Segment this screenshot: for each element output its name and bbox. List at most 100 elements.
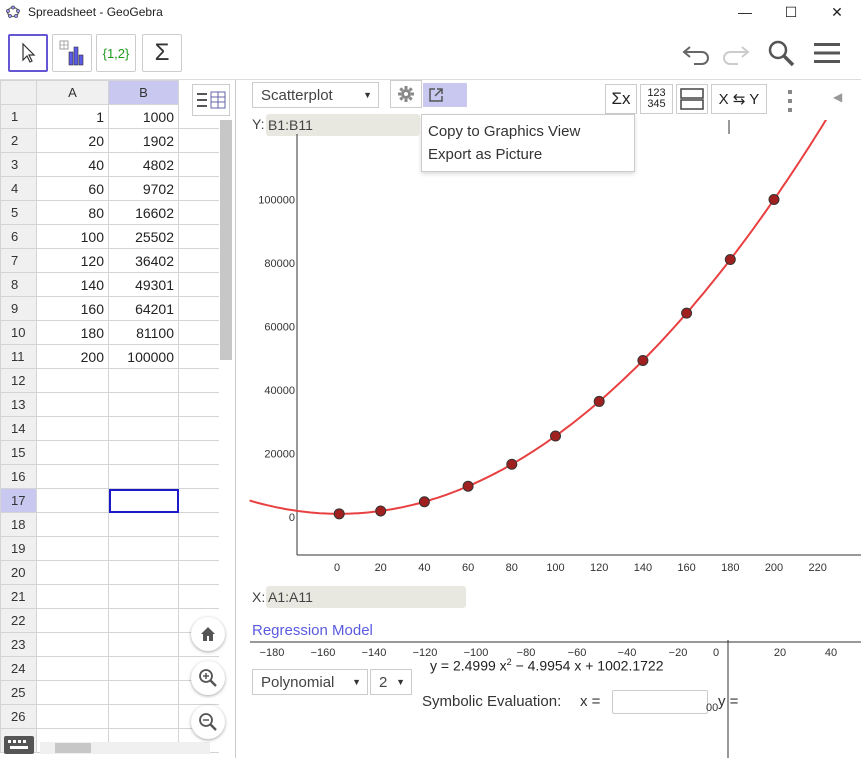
show-statistics-button[interactable]: Σx — [605, 84, 637, 114]
show-second-plot-button[interactable] — [676, 84, 708, 114]
row-header[interactable]: 15 — [0, 440, 37, 465]
cell-b[interactable]: 36402 — [108, 248, 179, 273]
row-header[interactable]: 17 — [0, 488, 37, 513]
row-header[interactable]: 3 — [0, 152, 37, 177]
row-header[interactable]: 2 — [0, 128, 37, 153]
cell-a[interactable] — [36, 536, 109, 561]
spreadsheet-vertical-scrollbar[interactable] — [220, 120, 232, 360]
cell-c[interactable] — [178, 368, 219, 393]
cell-a[interactable] — [36, 416, 109, 441]
cell-a[interactable]: 60 — [36, 176, 109, 201]
cell-a[interactable]: 180 — [36, 320, 109, 345]
cell-a[interactable] — [36, 392, 109, 417]
cell-c[interactable] — [178, 296, 219, 321]
column-header-b[interactable]: B — [108, 80, 179, 105]
cell-a[interactable] — [36, 368, 109, 393]
redo-button[interactable] — [718, 36, 752, 70]
cell-a[interactable] — [36, 488, 109, 513]
row-header[interactable]: 16 — [0, 464, 37, 489]
main-menu-button[interactable] — [810, 36, 844, 70]
swap-xy-button[interactable]: X ⇆ Y — [711, 84, 767, 114]
cell-b[interactable] — [108, 680, 179, 705]
cell-a[interactable]: 40 — [36, 152, 109, 177]
cell-b[interactable]: 25502 — [108, 224, 179, 249]
x-range-field[interactable]: A1:A11 — [266, 586, 466, 608]
cell-c[interactable] — [178, 176, 219, 201]
cell-a[interactable] — [36, 632, 109, 657]
cell-b[interactable]: 100000 — [108, 344, 179, 369]
search-button[interactable] — [764, 36, 798, 70]
cell-c[interactable] — [178, 272, 219, 297]
row-header[interactable]: 25 — [0, 680, 37, 705]
move-tool-button[interactable] — [8, 34, 48, 72]
row-header[interactable]: 24 — [0, 656, 37, 681]
zoom-out-button[interactable] — [191, 705, 225, 739]
row-header[interactable]: 13 — [0, 392, 37, 417]
cell-c[interactable] — [178, 488, 219, 513]
cell-b[interactable]: 9702 — [108, 176, 179, 201]
keyboard-button[interactable] — [4, 736, 34, 754]
cell-b[interactable] — [108, 488, 179, 513]
cell-a[interactable] — [36, 560, 109, 585]
horizontal-scroll-thumb[interactable] — [55, 743, 91, 753]
row-header[interactable]: 11 — [0, 344, 37, 369]
zoom-in-button[interactable] — [191, 661, 225, 695]
show-data-button[interactable]: 123 345 — [640, 84, 673, 114]
cell-a[interactable] — [36, 512, 109, 537]
export-button[interactable] — [423, 83, 467, 107]
close-button[interactable]: ✕ — [814, 0, 860, 24]
cell-c[interactable] — [178, 200, 219, 225]
cell-c[interactable] — [178, 320, 219, 345]
cell-c[interactable] — [178, 584, 219, 609]
row-header[interactable]: 9 — [0, 296, 37, 321]
cell-b[interactable] — [108, 632, 179, 657]
cell-b[interactable]: 1902 — [108, 128, 179, 153]
row-header[interactable]: 26 — [0, 704, 37, 729]
row-header[interactable]: 19 — [0, 536, 37, 561]
cell-b[interactable] — [108, 464, 179, 489]
minimize-button[interactable]: — — [722, 0, 768, 24]
cell-b[interactable]: 1000 — [108, 104, 179, 129]
cell-a[interactable]: 140 — [36, 272, 109, 297]
plot-settings-button[interactable] — [390, 80, 422, 108]
cell-c[interactable] — [178, 416, 219, 441]
row-header[interactable]: 23 — [0, 632, 37, 657]
create-list-button[interactable]: {1,2} — [96, 34, 136, 72]
regression-type-dropdown[interactable]: Polynomial ▼ — [252, 669, 368, 695]
cell-b[interactable] — [108, 392, 179, 417]
row-header[interactable]: 12 — [0, 368, 37, 393]
cell-a[interactable]: 200 — [36, 344, 109, 369]
cell-c[interactable] — [178, 224, 219, 249]
cell-a[interactable] — [36, 440, 109, 465]
cell-a[interactable] — [36, 680, 109, 705]
spreadsheet-options-button[interactable] — [192, 84, 230, 116]
cell-a[interactable]: 160 — [36, 296, 109, 321]
cell-b[interactable]: 49301 — [108, 272, 179, 297]
cell-b[interactable]: 4802 — [108, 152, 179, 177]
row-header[interactable]: 7 — [0, 248, 37, 273]
cell-c[interactable] — [178, 392, 219, 417]
row-header[interactable]: 8 — [0, 272, 37, 297]
maximize-button[interactable]: ☐ — [768, 0, 814, 24]
home-button[interactable] — [191, 617, 225, 651]
undo-button[interactable] — [680, 36, 714, 70]
cell-c[interactable] — [178, 152, 219, 177]
cell-b[interactable]: 16602 — [108, 200, 179, 225]
cell-a[interactable]: 20 — [36, 128, 109, 153]
cell-a[interactable]: 100 — [36, 224, 109, 249]
cell-b[interactable] — [108, 560, 179, 585]
row-header[interactable]: 14 — [0, 416, 37, 441]
more-options-button[interactable] — [787, 90, 793, 114]
column-header-a[interactable]: A — [36, 80, 109, 105]
row-header[interactable]: 22 — [0, 608, 37, 633]
cell-b[interactable] — [108, 368, 179, 393]
cell-b[interactable] — [108, 584, 179, 609]
cell-a[interactable] — [36, 464, 109, 489]
symbolic-x-input[interactable] — [612, 690, 708, 714]
cell-c[interactable] — [178, 512, 219, 537]
cell-b[interactable] — [108, 440, 179, 465]
row-header[interactable]: 1 — [0, 104, 37, 129]
cell-a[interactable]: 80 — [36, 200, 109, 225]
cell-a[interactable] — [36, 584, 109, 609]
polynomial-degree-dropdown[interactable]: 2 ▼ — [370, 669, 412, 695]
